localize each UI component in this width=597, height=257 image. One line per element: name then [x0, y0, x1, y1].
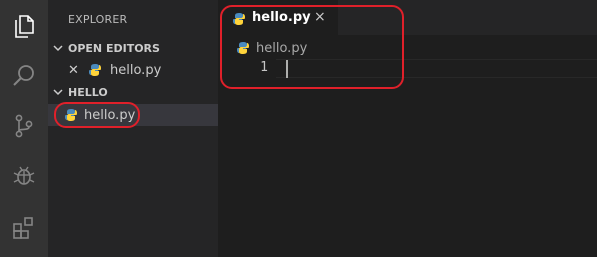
- annotation-outline-tab: [220, 5, 404, 89]
- folder-header[interactable]: HELLO: [48, 82, 218, 102]
- sidebar-title: EXPLORER: [68, 13, 128, 26]
- close-icon[interactable]: ✕: [68, 63, 84, 78]
- search-icon[interactable]: [0, 52, 48, 100]
- chevron-down-icon: [48, 38, 68, 58]
- annotation-outline-file: [54, 102, 140, 128]
- python-file-icon: [88, 63, 102, 77]
- folder-label: HELLO: [68, 85, 108, 99]
- chevron-down-icon: [48, 82, 68, 102]
- files-icon[interactable]: [0, 2, 48, 50]
- extensions-icon[interactable]: [0, 204, 48, 252]
- source-control-icon[interactable]: [0, 102, 48, 150]
- open-editors-label: OPEN EDITORS: [68, 41, 160, 55]
- debug-icon[interactable]: [0, 152, 48, 200]
- open-editor-label: hello.py: [110, 62, 162, 78]
- explorer-sidebar: EXPLORER OPEN EDITORS ✕ hello.py HELLO h…: [48, 0, 218, 257]
- open-editors-header[interactable]: OPEN EDITORS: [48, 38, 218, 58]
- open-editor-item[interactable]: ✕ hello.py: [48, 59, 218, 81]
- activity-bar: [0, 0, 48, 257]
